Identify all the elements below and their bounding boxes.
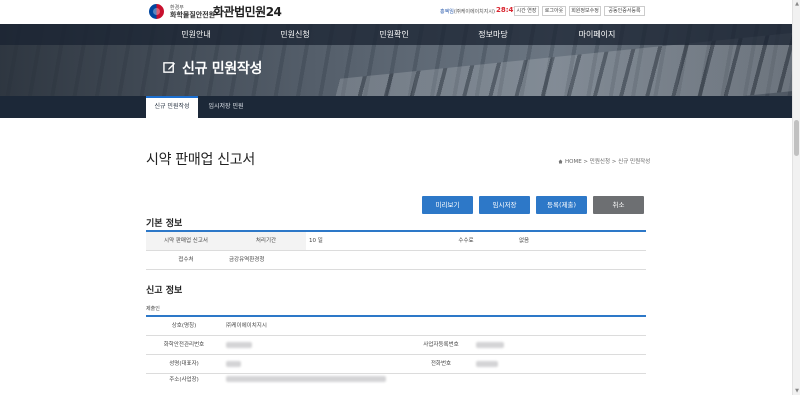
chem-no-label: 화학안전관리번호 — [146, 336, 222, 354]
top-header: 환경부 화학물질안전원 화관법민원24 홍엑임(㈜케이에이치지시) 28:47 … — [0, 0, 792, 24]
fee-value: 없음 — [519, 238, 530, 244]
main-nav: 민원안내 민원신청 민원확인 정보마당 마이페이지 — [0, 24, 792, 45]
chem-no-redacted — [226, 342, 252, 348]
breadcrumb-text[interactable]: HOME > 민원신청 > 신규 민원작성 — [565, 159, 650, 165]
user-info: 홍엑임(㈜케이에이치지시) — [440, 8, 495, 15]
submit-button[interactable]: 등록(제출) — [536, 196, 587, 214]
biz-no-label: 사업자등록번호 — [396, 336, 486, 354]
page-title: 시약 판매업 신고서 — [146, 152, 255, 168]
logout-button[interactable]: 로그아웃 — [542, 6, 566, 16]
temp-save-button[interactable]: 임시저장 — [479, 196, 530, 214]
sub-tabs: 신규 민원작성 임시저장 민원 — [0, 96, 792, 118]
org-name[interactable]: 화학물질안전원 — [170, 10, 215, 20]
fee-label: 수수료 — [416, 232, 516, 250]
preview-button[interactable]: 미리보기 — [422, 196, 473, 214]
page: 환경부 화학물질안전원 화관법민원24 홍엑임(㈜케이에이치지시) 28:47 … — [0, 0, 800, 395]
biz-no-redacted — [476, 342, 504, 348]
nav-item-apply[interactable]: 민원신청 — [245, 24, 345, 45]
representative-label: 성명(대표자) — [146, 355, 222, 373]
government-emblem-icon[interactable] — [149, 4, 164, 19]
table-row: 시약 판매업 신고서 처리기간 10 일 수수료 없음 — [146, 232, 646, 251]
submitter-label: 제출인 — [146, 306, 160, 312]
hero-banner: 민원안내 민원신청 민원확인 정보마당 마이페이지 신규 민원작성 신규 민원작… — [0, 24, 792, 118]
scroll-up-arrow-icon[interactable]: ▲ — [794, 1, 800, 7]
hero-title-text: 신규 민원작성 — [182, 61, 263, 77]
basic-info-title: 기본 정보 — [146, 219, 183, 229]
cancel-button[interactable]: 취소 — [593, 196, 644, 214]
edit-icon — [163, 61, 176, 78]
application-name: 시약 판매업 신고서 — [146, 232, 226, 250]
report-info-table: 상호(명칭) ㈜케이에이치지시 화학안전관리번호 사업자등록번호 성명(대표자)… — [146, 315, 646, 384]
table-row: 화학안전관리번호 사업자등록번호 — [146, 336, 646, 355]
tab-temp-saved[interactable]: 임시저장 민원 — [200, 96, 252, 118]
office-value: 금강유역환경청 — [229, 257, 265, 263]
table-row: 상호(명칭) ㈜케이에이치지시 — [146, 317, 646, 336]
extend-session-button[interactable]: 시간 연장 — [514, 6, 539, 16]
hero-title: 신규 민원작성 — [163, 58, 262, 78]
scroll-down-arrow-icon[interactable]: ▼ — [794, 388, 800, 394]
register-certificate-button[interactable]: 공동인증서등록 — [604, 6, 645, 16]
phone-label: 전화번호 — [396, 355, 486, 373]
breadcrumb: HOME > 민원신청 > 신규 민원작성 — [558, 157, 650, 165]
nav-item-check[interactable]: 민원확인 — [344, 24, 444, 45]
table-row: 주소(사업장) — [146, 374, 646, 384]
user-name: 홍엑임 — [440, 9, 454, 15]
company-value: ㈜케이에이치지시 — [226, 323, 267, 329]
period-value: 10 일 — [309, 238, 323, 244]
home-icon — [558, 159, 563, 164]
period-label: 처리기간 — [226, 232, 306, 250]
office-label: 접수처 — [146, 251, 226, 269]
representative-redacted — [226, 361, 241, 367]
scroll-thumb[interactable] — [794, 120, 799, 156]
phone-redacted — [476, 361, 498, 367]
report-info-title: 신고 정보 — [146, 286, 183, 296]
company-label: 상호(명칭) — [146, 317, 222, 335]
tab-new-application[interactable]: 신규 민원작성 — [146, 96, 198, 118]
address-redacted — [226, 376, 386, 382]
user-company: (㈜케이에이치지시) — [453, 9, 495, 15]
address-label: 주소(사업장) — [146, 374, 222, 384]
nav-item-info[interactable]: 정보마당 — [443, 24, 543, 45]
nav-item-mypage[interactable]: 마이페이지 — [547, 24, 647, 45]
nav-item-guide[interactable]: 민원안내 — [146, 24, 246, 45]
table-row: 접수처 금강유역환경청 — [146, 251, 646, 270]
basic-info-table: 시약 판매업 신고서 처리기간 10 일 수수료 없음 접수처 금강유역환경청 — [146, 230, 646, 270]
table-row: 성명(대표자) 전화번호 — [146, 355, 646, 374]
edit-profile-button[interactable]: 회원정보수정 — [569, 6, 601, 16]
page-scrollbar[interactable]: ▲ ▼ — [792, 0, 800, 395]
site-title[interactable]: 화관법민원24 — [213, 3, 282, 20]
